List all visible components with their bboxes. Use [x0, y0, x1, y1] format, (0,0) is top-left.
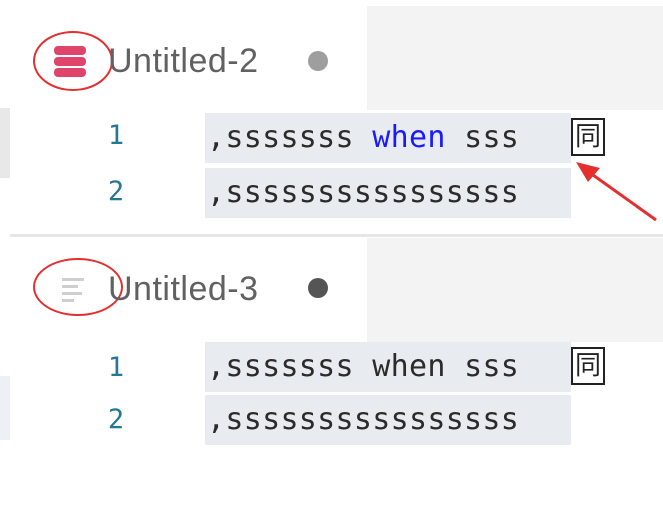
editor1-tab-empty-area: [367, 6, 663, 110]
tab-title-untitled-2[interactable]: Untitled-2: [108, 42, 259, 81]
editor-divider: [10, 234, 663, 237]
annotation-circle-icon1: [33, 31, 113, 91]
code-text: ,ssssssssssssssss: [207, 402, 520, 437]
trailing-glyph-box: 同: [571, 347, 605, 385]
code-text: ,sssssss: [207, 349, 373, 384]
trailing-glyph-box: 同: [571, 118, 605, 156]
line-number-2: 2: [107, 176, 125, 207]
line-number-2: 2: [107, 404, 125, 435]
code-line-1[interactable]: ,sssssss when sss: [205, 113, 571, 163]
line-number-1: 1: [107, 120, 125, 151]
editor2-left-strip: [0, 376, 10, 440]
code-line-2[interactable]: ,ssssssssssssssss: [205, 395, 571, 445]
code-text: ,ssssssssssssssss: [207, 175, 520, 210]
code-text: sss: [445, 349, 520, 384]
line-number-1: 1: [107, 352, 125, 383]
editor2-tab-empty-area: [367, 238, 663, 342]
red-arrow-icon: [576, 162, 657, 222]
code-line-2[interactable]: ,ssssssssssssssss: [205, 168, 571, 218]
unsaved-dot-icon[interactable]: [308, 51, 328, 71]
keyword-when: when: [372, 349, 446, 384]
editor1-left-strip: [0, 108, 10, 178]
keyword-when: when: [372, 120, 446, 155]
unsaved-dot-icon[interactable]: [308, 278, 328, 298]
code-line-1[interactable]: ,sssssss when sss: [205, 342, 571, 392]
code-text: sss: [445, 120, 520, 155]
code-text: ,sssssss: [207, 120, 373, 155]
tab-title-untitled-3[interactable]: Untitled-3: [108, 270, 259, 309]
